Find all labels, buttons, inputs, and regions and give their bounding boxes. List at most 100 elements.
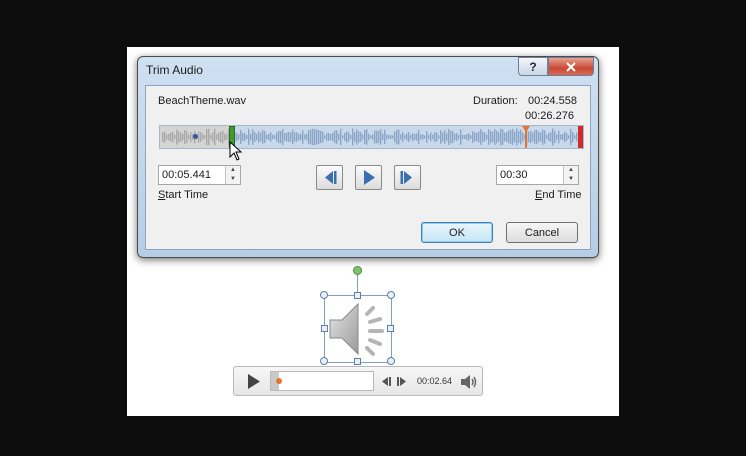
cancel-button[interactable]: Cancel [506,222,578,243]
previous-frame-button[interactable] [316,165,343,190]
next-frame-icon[interactable] [396,376,408,387]
waveform-bar [362,134,364,140]
waveform-bar [574,135,576,139]
waveform-bar [530,130,532,144]
volume-icon[interactable] [460,374,478,390]
spin-down-icon[interactable]: ▼ [226,175,240,184]
waveform-bar [184,130,186,144]
waveform-bar [546,135,548,139]
waveform-bar [358,131,360,143]
spin-up-icon[interactable]: ▲ [226,166,240,175]
waveform-bar [510,129,512,145]
waveform-bar [292,129,294,145]
waveform-bar [166,134,168,140]
waveform-bar [174,134,176,140]
spin-up-icon[interactable]: ▲ [564,166,578,175]
waveform-bar [414,133,416,141]
waveform-bar [284,133,286,141]
waveform-bar [534,130,536,144]
player-progress-track[interactable] [270,371,374,391]
player-playhead[interactable] [276,378,282,384]
waveform-bar [386,134,388,140]
waveform-bar [266,134,268,140]
help-button[interactable]: ? [518,57,548,76]
resize-handle-bottom-right[interactable] [387,357,395,365]
waveform-bar [548,132,550,142]
waveform-bar [164,131,166,143]
waveform-bar [472,131,474,143]
end-time-input[interactable]: 00:30 ▲ ▼ [496,165,579,185]
next-frame-icon [400,171,412,184]
waveform-bar [308,130,310,144]
waveform-bar [484,132,486,142]
waveform-bar [214,128,216,146]
waveform-bar [304,134,306,140]
waveform-bar [424,135,426,139]
waveform-bar [382,133,384,141]
spin-down-icon[interactable]: ▼ [564,175,578,184]
play-button[interactable] [355,165,382,190]
resize-handle-top-right[interactable] [387,291,395,299]
waveform-bar [570,128,572,146]
waveform-bar [258,131,260,143]
resize-handle-right[interactable] [387,325,394,332]
waveform-bar [190,132,192,142]
waveform-bar [482,131,484,143]
resize-handle-bottom-left[interactable] [320,357,328,365]
waveform-bar [444,130,446,144]
waveform-bar [220,131,222,143]
file-name: BeachTheme.wav [158,95,247,107]
start-time-input[interactable]: 00:05.441 ▲ ▼ [158,165,241,185]
start-time-spinner[interactable]: ▲ ▼ [225,166,240,184]
resize-handle-top-left[interactable] [320,291,328,299]
waveform-bar [326,133,328,141]
waveform-bar [448,128,450,146]
waveform-bar [264,130,266,144]
waveform-bar [438,135,440,139]
waveform-bar [412,133,414,141]
waveform-bar [400,134,402,140]
waveform-bar [536,130,538,144]
end-time-spinner[interactable]: ▲ ▼ [563,166,578,184]
play-icon[interactable] [246,373,262,390]
waveform-bar [442,132,444,142]
waveform-bar [176,129,178,145]
waveform-bar [272,134,274,140]
next-frame-button[interactable] [394,165,421,190]
waveform-bar [522,132,524,142]
waveform-bar [340,128,342,146]
waveform-bar [464,135,466,139]
start-time-label-text: tart Time [165,189,209,201]
resize-handle-bottom[interactable] [354,358,361,365]
resize-handle-top[interactable] [354,292,361,299]
waveform-bar [288,132,290,142]
waveform-bar [222,130,224,144]
rotate-handle[interactable] [353,266,362,275]
start-time-label: Start Time [158,189,209,201]
audio-waveform[interactable] [159,125,584,149]
waveform-bar [216,134,218,140]
waveform-bar [188,134,190,140]
end-marker[interactable] [578,126,583,148]
close-button[interactable] [548,57,594,76]
rotation-stem [357,272,358,294]
waveform-bar [542,129,544,145]
waveform-bar [252,129,254,145]
playhead-marker-top [522,126,530,132]
waveform-bar [406,133,408,141]
waveform-bar [502,129,504,145]
waveform-bar [328,132,330,142]
audio-player-bar: 00:02.64 [233,366,483,396]
waveform-bar [182,133,184,141]
previous-frame-icon[interactable] [380,376,392,387]
waveform-bar [276,132,278,142]
waveform-bar [432,134,434,140]
waveform-bar [180,132,182,142]
waveform-bar [254,132,256,142]
waveform-bar [446,133,448,141]
waveform-bar [402,132,404,142]
ok-button[interactable]: OK [421,222,493,243]
waveform-bar [394,131,396,143]
waveform-bar [408,132,410,142]
waveform-bar [374,130,376,144]
